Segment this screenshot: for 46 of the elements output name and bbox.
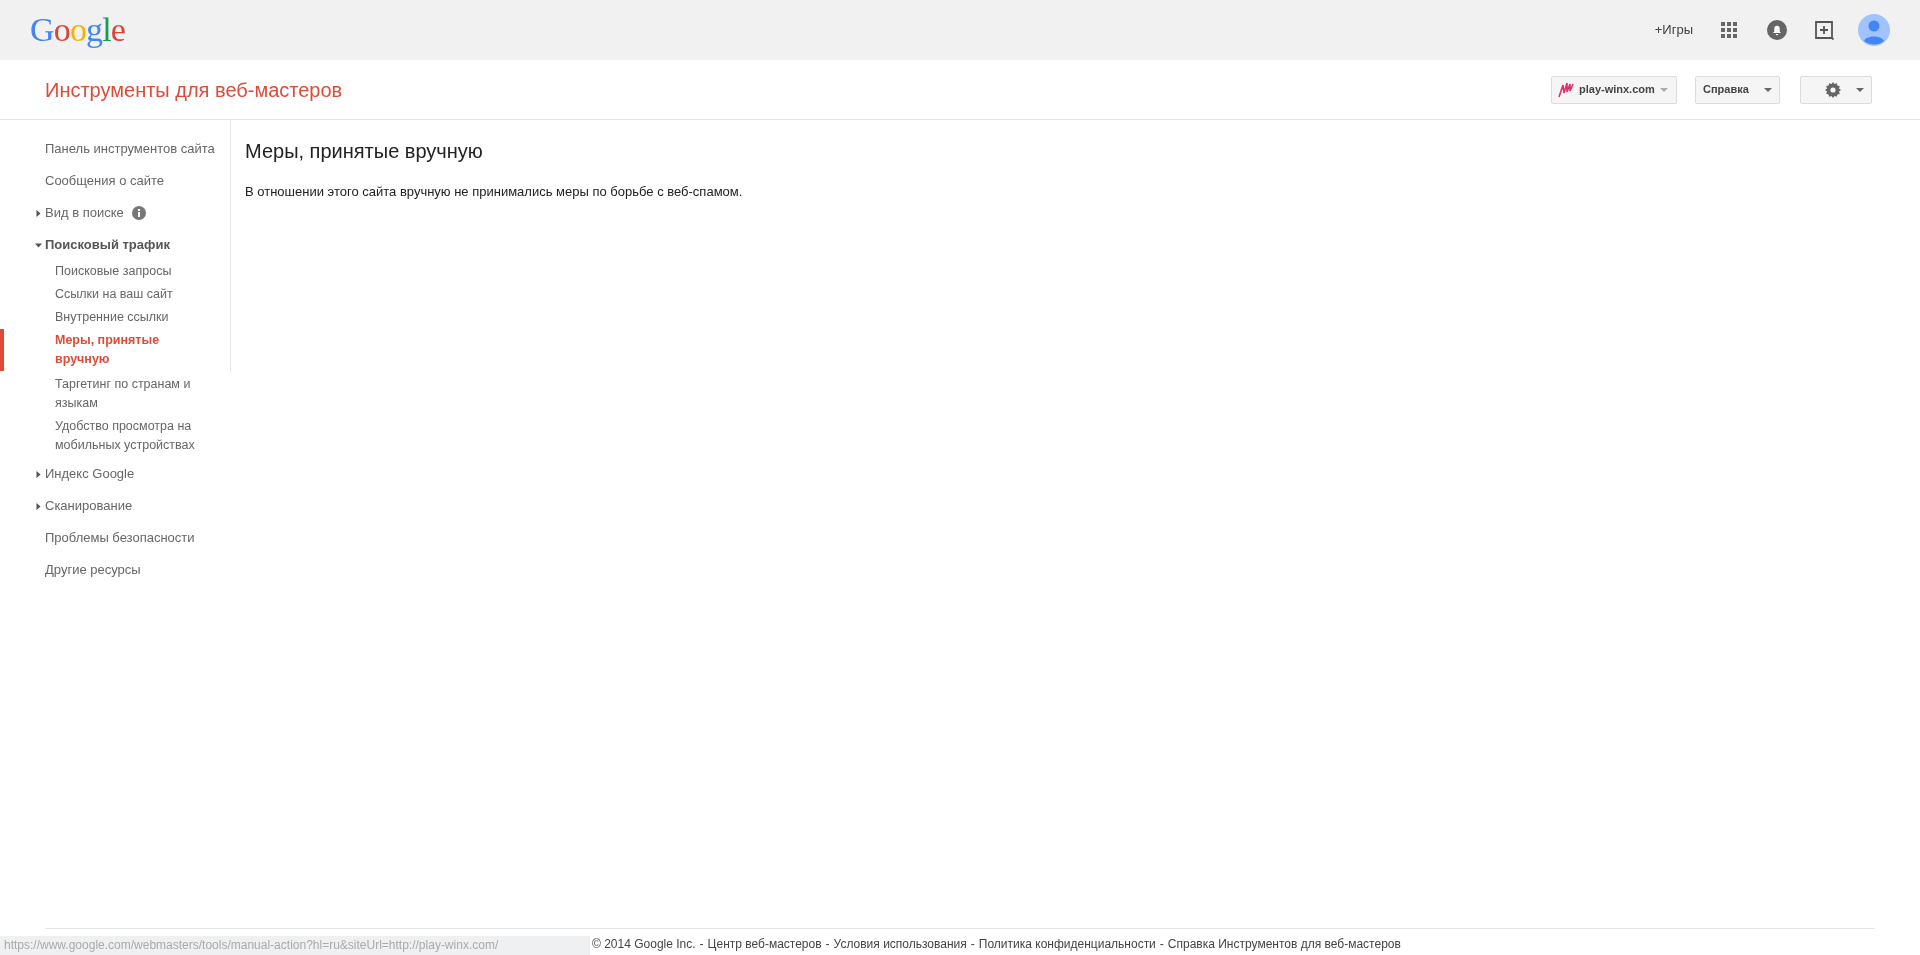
status-message: В отношении этого сайта вручную не принимались меры по борьбе с веб-спамом.: [245, 183, 743, 201]
separator-text: -: [1159, 936, 1164, 953]
settings-menu-button[interactable]: [1800, 75, 1872, 104]
collapsed-arrow-icon[interactable]: [35, 470, 42, 478]
status-bar-url: https://www.google.com/webmasters/tools/manual-action?hl=ru&siteUrl=http://play-winx.com/: [0, 936, 590, 955]
apps-grid-icon[interactable]: [1721, 22, 1737, 38]
collapsed-arrow-icon[interactable]: [35, 209, 42, 217]
footer-link[interactable]: Центр веб-мастеров: [707, 935, 822, 953]
copyright-text: © 2014 Google Inc.: [592, 936, 696, 953]
google-logo[interactable]: Google: [30, 13, 126, 47]
sidebar-item[interactable]: Индекс Google: [45, 464, 135, 484]
separator-text: -: [825, 936, 830, 953]
separator-text: -: [970, 936, 975, 953]
share-plus-icon[interactable]: [1815, 20, 1834, 40]
site-favicon-icon: [1558, 81, 1574, 98]
page-title: Инструменты для веб-мастеров: [45, 77, 343, 103]
sidebar-subitem[interactable]: Ссылки на ваш сайт: [55, 285, 210, 304]
sidebar-item[interactable]: Вид в поиске: [45, 203, 124, 223]
info-icon[interactable]: [131, 206, 146, 220]
settings-icon: [1825, 81, 1841, 98]
sidebar-subitem[interactable]: Поисковые запросы: [55, 262, 210, 281]
collapsed-arrow-icon[interactable]: [35, 502, 42, 510]
dropdown-caret-icon: [1856, 87, 1864, 92]
dropdown-caret-icon: [1764, 87, 1772, 92]
sidebar-item[interactable]: Проблемы безопасности: [45, 528, 195, 548]
sidebar-item[interactable]: Сканирование: [45, 496, 133, 516]
games-link[interactable]: +Игры: [1654, 20, 1693, 40]
sidebar-subitem[interactable]: Таргетинг по странам и языкам: [55, 375, 211, 413]
site-selector-button[interactable]: play-winx.com: [1551, 75, 1677, 104]
sidebar-subitem[interactable]: Внутренние ссылки: [55, 308, 210, 327]
expanded-arrow-icon[interactable]: [35, 241, 42, 249]
avatar-icon[interactable]: [1858, 14, 1890, 46]
content-heading: Меры, принятые вручную: [245, 139, 484, 164]
sidebar-item[interactable]: Сообщения о сайте: [45, 171, 165, 191]
sidebar-subitem[interactable]: Удобство просмотра на мобильных устройствах: [55, 417, 211, 455]
footer-link[interactable]: Политика конфиденциальности: [978, 935, 1156, 953]
sidebar-subitem[interactable]: Меры, принятые вручную: [55, 331, 210, 369]
separator-text: -: [699, 936, 704, 953]
footer-link[interactable]: Условия использования: [833, 935, 967, 953]
footer-link[interactable]: Справка Инструментов для веб-мастеров: [1167, 935, 1401, 953]
sidebar-item[interactable]: Поисковый трафик: [45, 235, 170, 255]
notification-bell-icon[interactable]: [1767, 20, 1787, 40]
dropdown-caret-icon: [1659, 87, 1668, 92]
sidebar-item[interactable]: Другие ресурсы: [45, 560, 141, 580]
sidebar-item[interactable]: Панель инструментов сайта: [45, 139, 215, 159]
help-menu-button[interactable]: Справка: [1695, 75, 1780, 104]
